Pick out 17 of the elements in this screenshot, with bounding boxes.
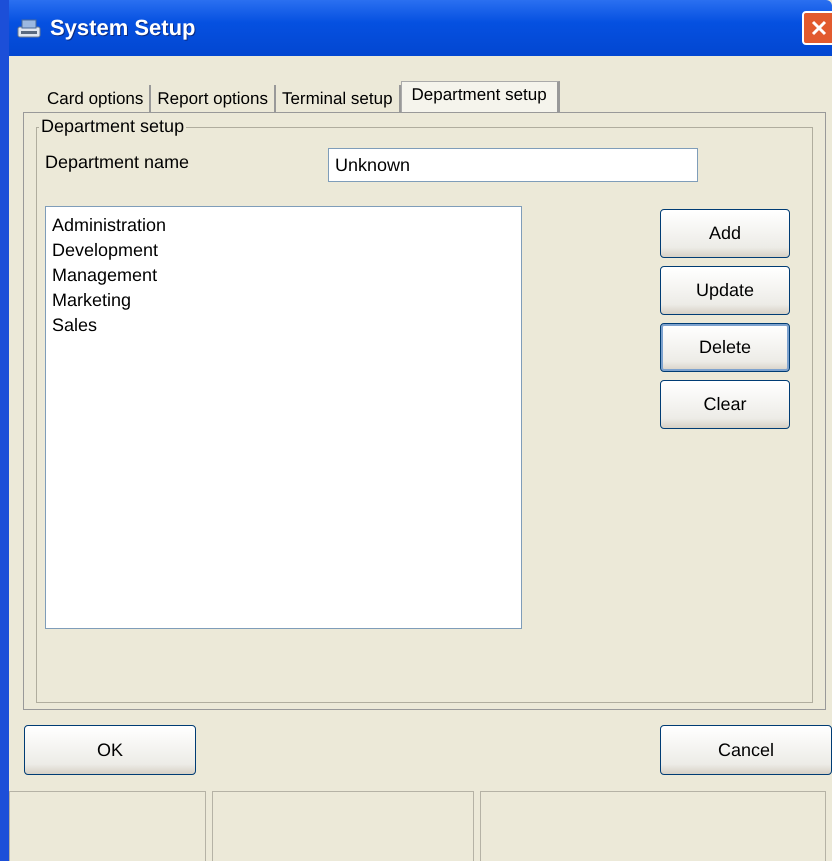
input-field[interactable]: Unknown: [328, 148, 698, 182]
action-button[interactable]: Clear: [660, 380, 790, 429]
field-label: Department name: [45, 152, 190, 172]
list-item[interactable]: Management: [52, 263, 515, 288]
window-title: System Setup: [50, 15, 196, 41]
list-item[interactable]: Sales: [52, 313, 515, 338]
action-button[interactable]: Add: [660, 209, 790, 258]
list-item[interactable]: Administration: [52, 213, 515, 238]
list-item[interactable]: Development: [52, 238, 515, 263]
action-button[interactable]: Update: [660, 266, 790, 315]
close-icon: [810, 19, 828, 37]
tab[interactable]: Department setup: [400, 81, 560, 113]
list-item[interactable]: Marketing: [52, 288, 515, 313]
ok-button[interactable]: OK: [24, 725, 196, 775]
action-button[interactable]: Delete: [660, 323, 790, 372]
cancel-button[interactable]: Cancel: [660, 725, 832, 775]
close-button[interactable]: [802, 11, 832, 45]
